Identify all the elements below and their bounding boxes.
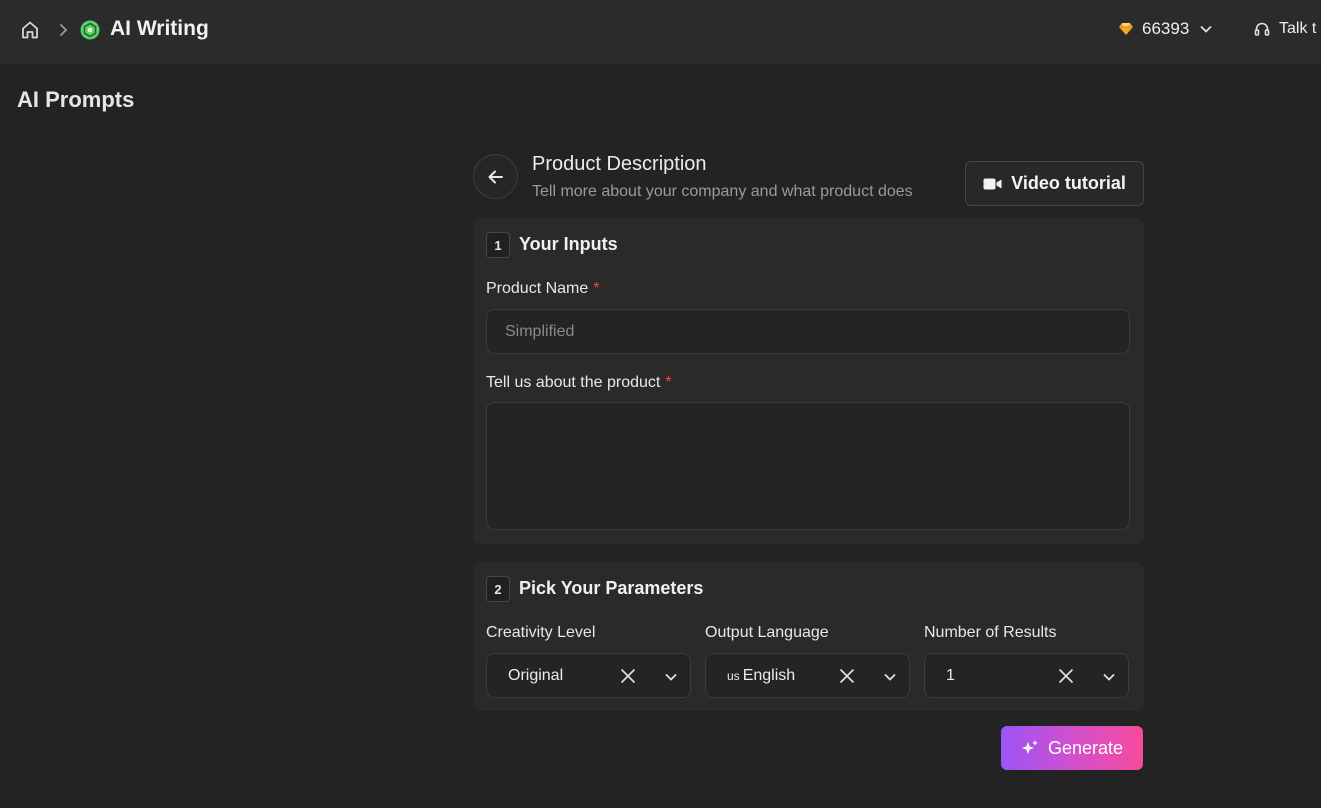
number-of-results-select[interactable]: 1 — [924, 653, 1129, 698]
inputs-card-title: Your Inputs — [519, 234, 618, 254]
creativity-level-value: Original — [508, 667, 564, 684]
back-button[interactable] — [473, 154, 518, 199]
video-camera-icon — [983, 178, 1002, 189]
video-tutorial-label: Video tutorial — [1011, 173, 1126, 193]
parameters-card-title: Pick Your Parameters — [519, 578, 704, 598]
inputs-card: 1 Your Inputs Product Name* Tell us abou… — [473, 218, 1144, 544]
close-icon[interactable] — [620, 668, 636, 684]
about-product-textarea[interactable] — [486, 402, 1130, 530]
number-of-results-value: 1 — [946, 667, 955, 684]
required-mark: * — [665, 374, 672, 391]
chevron-down-icon — [1200, 26, 1212, 33]
generate-label: Generate — [1047, 737, 1124, 758]
top-bar: AI Writing 66393 Talk t — [0, 0, 1321, 64]
parameters-card: 2 Pick Your Parameters Creativity Level … — [473, 562, 1144, 711]
required-mark: * — [593, 280, 600, 297]
app-logo-icon — [80, 20, 100, 40]
talk-to-support-label: Talk t — [1279, 20, 1317, 37]
close-icon[interactable] — [1058, 668, 1074, 684]
output-language-select[interactable]: us English — [705, 653, 910, 698]
credits-count: 66393 — [1142, 19, 1190, 38]
about-product-label: Tell us about the product * — [486, 374, 672, 392]
app-title: AI Writing — [110, 17, 209, 40]
about-product-label-text: Tell us about the product — [486, 374, 661, 391]
chevron-down-icon[interactable] — [664, 670, 678, 684]
product-name-label-text: Product Name — [486, 280, 589, 297]
home-icon[interactable] — [20, 20, 40, 40]
generate-button[interactable]: Generate — [1001, 726, 1143, 770]
tool-subtitle: Tell more about your company and what pr… — [532, 183, 913, 200]
tool-title: Product Description — [532, 153, 707, 175]
chevron-down-icon[interactable] — [1102, 670, 1116, 684]
breadcrumb-chevron-icon — [60, 24, 68, 36]
output-language-field: Output Language us English — [705, 624, 910, 698]
headset-icon — [1254, 22, 1270, 36]
step-number: 1 — [486, 232, 510, 258]
output-language-text: English — [742, 667, 796, 684]
creativity-level-field: Creativity Level Original — [486, 624, 691, 698]
product-name-input[interactable] — [486, 309, 1130, 354]
gem-icon — [1119, 23, 1133, 35]
number-of-results-label: Number of Results — [924, 624, 1057, 641]
product-name-label: Product Name * — [486, 280, 600, 298]
output-language-value: us English — [727, 667, 795, 685]
creativity-level-select[interactable]: Original — [486, 653, 691, 698]
talk-to-support-button[interactable]: Talk t — [1254, 17, 1316, 41]
us-flag-icon: us — [727, 669, 740, 683]
close-icon[interactable] — [839, 668, 855, 684]
sparkles-icon — [1021, 740, 1038, 754]
number-of-results-field: Number of Results 1 — [924, 624, 1129, 698]
page-heading: AI Prompts — [17, 87, 135, 112]
output-language-label: Output Language — [705, 624, 829, 641]
creativity-level-label: Creativity Level — [486, 624, 596, 641]
chevron-down-icon[interactable] — [883, 670, 897, 684]
arrow-left-icon — [488, 170, 503, 183]
step-number: 2 — [486, 576, 510, 602]
video-tutorial-button[interactable]: Video tutorial — [965, 161, 1144, 206]
credits-menu[interactable]: 66393 — [1118, 17, 1213, 41]
